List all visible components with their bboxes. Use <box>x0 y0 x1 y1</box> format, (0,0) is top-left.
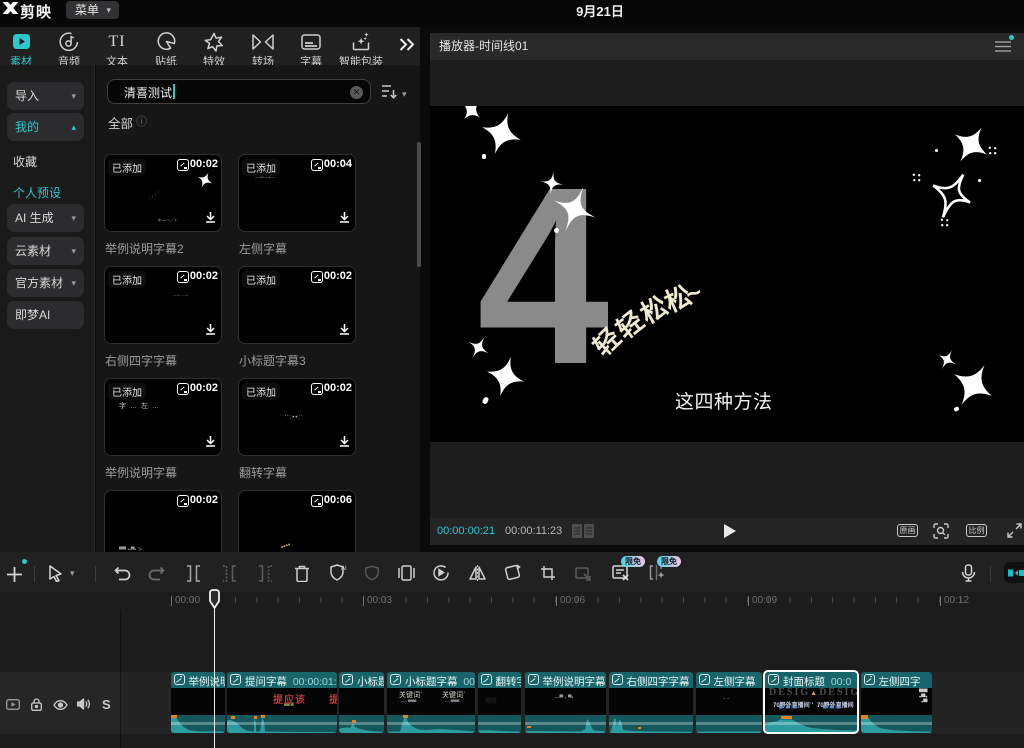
svg-text:AI: AI <box>341 566 347 572</box>
